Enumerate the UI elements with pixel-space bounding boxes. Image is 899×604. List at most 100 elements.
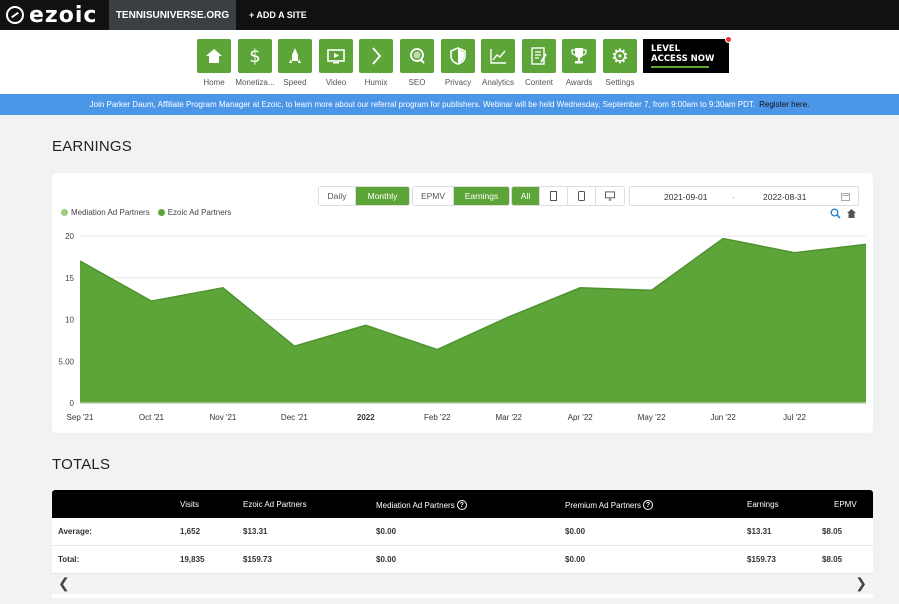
header-earnings: Earnings bbox=[747, 500, 779, 509]
help-icon[interactable]: ? bbox=[456, 500, 467, 510]
ezoic-logo[interactable]: ezoic bbox=[6, 3, 97, 28]
cell-visits: 19,835 bbox=[180, 555, 205, 564]
cell-premium: $0.00 bbox=[565, 555, 586, 564]
reset-home-icon[interactable] bbox=[846, 208, 857, 219]
cell-premium: $0.00 bbox=[565, 527, 586, 536]
nav-item-monetization[interactable]: $ Monetiza... bbox=[235, 39, 275, 87]
document-edit-icon bbox=[522, 39, 556, 73]
add-site-link[interactable]: + ADD A SITE bbox=[249, 0, 307, 30]
period-toggle: Daily Monthly bbox=[318, 186, 410, 206]
totals-table: Visits Ezoic Ad Partners Mediation Ad Pa… bbox=[52, 490, 873, 598]
line-chart-icon bbox=[481, 39, 515, 73]
nav-item-speed[interactable]: Speed bbox=[277, 39, 313, 87]
date-range-picker[interactable]: 2021-09-01 - 2022-08-31 bbox=[629, 186, 859, 206]
y-tick-label: 0 bbox=[70, 399, 75, 408]
x-tick-label: Dec '21 bbox=[281, 413, 308, 422]
header-label: Premium Ad Partners bbox=[565, 500, 642, 510]
level-access-badge[interactable]: LEVEL ACCESS NOW bbox=[643, 36, 732, 73]
cell-epmv: $8.05 bbox=[822, 527, 843, 536]
nav-label: Settings bbox=[605, 78, 635, 87]
date-start: 2021-09-01 bbox=[664, 192, 708, 202]
device-toggle: All bbox=[511, 186, 625, 206]
x-tick-label: Mar '22 bbox=[496, 413, 523, 422]
header-visits: Visits bbox=[180, 500, 199, 509]
date-end: 2022-08-31 bbox=[763, 192, 807, 202]
trophy-icon bbox=[562, 39, 596, 73]
x-tick-label: Nov '21 bbox=[209, 413, 236, 422]
x-tick-label: Oct '21 bbox=[139, 413, 165, 422]
nav-item-home[interactable]: Home bbox=[196, 39, 232, 87]
top-bar: ezoic TENNISUNIVERSE.ORG + ADD A SITE bbox=[0, 0, 899, 30]
legend-dot bbox=[157, 209, 165, 216]
legend-item-ezoic[interactable]: Ezoic Ad Partners bbox=[157, 208, 232, 217]
site-tab[interactable]: TENNISUNIVERSE.ORG bbox=[109, 0, 236, 30]
main-nav: Home $ Monetiza... Speed Video Humix SEO… bbox=[0, 30, 899, 94]
banner-text: Join Parker Daum, Affiliate Program Mana… bbox=[89, 100, 756, 109]
header-label: Mediation Ad Partners bbox=[376, 500, 455, 510]
legend-item-mediation[interactable]: Mediation Ad Partners bbox=[61, 208, 150, 217]
x-tick-label: Apr '22 bbox=[568, 413, 594, 422]
y-tick-label: 20 bbox=[65, 232, 74, 241]
nav-item-seo[interactable]: SEO bbox=[399, 39, 435, 87]
notification-dot-icon bbox=[725, 36, 732, 43]
legend-label: Ezoic Ad Partners bbox=[167, 208, 232, 217]
x-tick-label: Sep '21 bbox=[67, 413, 94, 422]
dollar-icon: $ bbox=[238, 39, 272, 73]
level-badge-line2: ACCESS NOW bbox=[651, 54, 715, 64]
nav-item-awards[interactable]: Awards bbox=[561, 39, 597, 87]
y-tick-label: 10 bbox=[65, 316, 74, 325]
cell-earnings: $13.31 bbox=[747, 527, 772, 536]
level-badge-line1: LEVEL bbox=[651, 44, 681, 54]
cell-epmv: $8.05 bbox=[822, 555, 843, 564]
rocket-icon bbox=[278, 39, 312, 73]
row-label: Average: bbox=[58, 527, 92, 536]
nav-item-settings[interactable]: ⚙ Settings bbox=[602, 39, 638, 87]
cell-mediation: $0.00 bbox=[376, 527, 397, 536]
scroll-left-icon[interactable]: ❮ bbox=[58, 575, 70, 592]
x-tick-label: May '22 bbox=[638, 413, 666, 422]
help-icon[interactable]: ? bbox=[643, 500, 654, 510]
gear-icon: ⚙ bbox=[603, 39, 637, 73]
earnings-button[interactable]: Earnings bbox=[454, 187, 509, 205]
header-label: Ezoic Ad Partners bbox=[243, 500, 307, 509]
nav-item-video[interactable]: Video bbox=[318, 39, 354, 87]
x-tick-label: 2022 bbox=[357, 413, 375, 422]
scroll-right-icon[interactable]: ❯ bbox=[855, 575, 867, 592]
magnifier-icon bbox=[400, 39, 434, 73]
daily-button[interactable]: Daily bbox=[319, 187, 356, 205]
header-label: Earnings bbox=[747, 500, 779, 509]
row-label: Total: bbox=[58, 555, 80, 564]
video-play-icon bbox=[319, 39, 353, 73]
all-devices-button[interactable]: All bbox=[512, 187, 540, 205]
home-icon bbox=[197, 39, 231, 73]
header-label: EPMV bbox=[834, 500, 857, 509]
nav-item-content[interactable]: Content bbox=[521, 39, 557, 87]
monthly-button[interactable]: Monthly bbox=[356, 187, 409, 205]
chevron-right-icon bbox=[359, 39, 393, 73]
header-ezoic: Ezoic Ad Partners bbox=[243, 500, 307, 509]
date-separator: - bbox=[732, 192, 735, 202]
epmv-button[interactable]: EPMV bbox=[413, 187, 454, 205]
table-row: Average: 1,652 $13.31 $0.00 $0.00 $13.31… bbox=[52, 518, 873, 546]
totals-title: TOTALS bbox=[52, 456, 111, 473]
y-tick-label: 15 bbox=[65, 274, 74, 283]
nav-item-analytics[interactable]: Analytics bbox=[480, 39, 516, 87]
earnings-area-chart: 0 5.00 10 15 20 Sep '21 Oct '21 Nov '21 Dec '21 2… bbox=[58, 232, 867, 422]
nav-item-privacy[interactable]: Privacy bbox=[440, 39, 476, 87]
horizontal-scrollbar[interactable]: ❮ ❯ bbox=[52, 574, 873, 594]
zoom-icon[interactable] bbox=[830, 208, 841, 219]
shield-icon bbox=[441, 39, 475, 73]
earnings-title: EARNINGS bbox=[52, 138, 132, 155]
tablet-icon[interactable] bbox=[540, 187, 568, 205]
earnings-card: Daily Monthly EPMV Earnings All 2021-09-… bbox=[52, 173, 873, 433]
legend-label: Mediation Ad Partners bbox=[71, 208, 150, 217]
cell-visits: 1,652 bbox=[180, 527, 201, 536]
desktop-icon[interactable] bbox=[596, 187, 624, 205]
cell-earnings: $159.73 bbox=[747, 555, 776, 564]
header-label: Visits bbox=[180, 500, 199, 509]
nav-item-humix[interactable]: Humix bbox=[358, 39, 394, 87]
mobile-icon[interactable] bbox=[568, 187, 596, 205]
header-epmv: EPMV bbox=[834, 500, 857, 509]
header-premium: Premium Ad Partners? bbox=[565, 500, 654, 510]
register-link[interactable]: Register here. bbox=[759, 100, 809, 109]
